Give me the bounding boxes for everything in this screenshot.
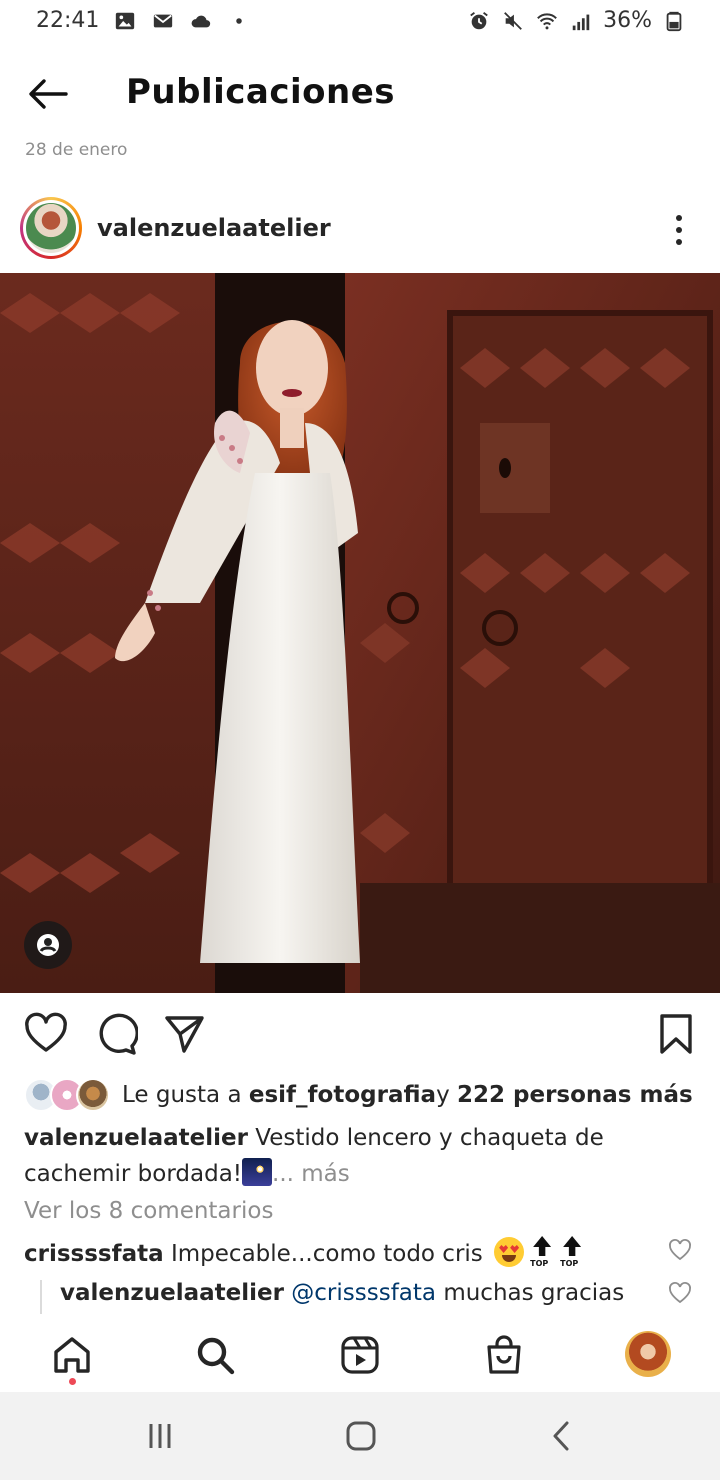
post-actions xyxy=(0,1010,720,1062)
top-arrow-emoji-icon: TOP xyxy=(530,1236,554,1268)
recent-apps-icon xyxy=(149,1424,171,1448)
like-button[interactable] xyxy=(22,1010,70,1058)
share-button[interactable] xyxy=(160,1010,208,1058)
comment-icon xyxy=(99,1013,138,1055)
status-bar: 22:41 36% xyxy=(0,0,720,44)
view-comments-link[interactable]: Ver los 8 comentarios xyxy=(24,1198,273,1224)
signal-icon xyxy=(569,9,593,33)
likes-others[interactable]: 222 personas más xyxy=(457,1082,693,1108)
top-label: TOP xyxy=(530,1259,549,1268)
send-icon xyxy=(165,1016,204,1053)
home-system-button[interactable] xyxy=(331,1412,391,1460)
post-image[interactable] xyxy=(0,273,720,993)
top-label: TOP xyxy=(560,1259,579,1268)
mail-icon xyxy=(151,9,175,33)
bottom-nav xyxy=(0,1320,720,1390)
night-sky-emoji-icon xyxy=(242,1158,273,1186)
back-button[interactable] xyxy=(22,72,74,116)
avatar xyxy=(76,1078,110,1112)
avatar xyxy=(26,203,76,253)
chevron-left-icon xyxy=(553,1421,569,1451)
comment-username[interactable]: crissssfata xyxy=(24,1241,164,1267)
heart-eyes-emoji-icon xyxy=(494,1237,525,1267)
comment-button[interactable] xyxy=(92,1010,140,1058)
shop-icon xyxy=(487,1335,521,1374)
likes-middle: y xyxy=(436,1082,450,1108)
home-square-icon xyxy=(346,1421,376,1451)
nav-search[interactable] xyxy=(190,1330,240,1380)
nav-reels[interactable] xyxy=(335,1330,385,1380)
comment-like-icon[interactable] xyxy=(668,1238,692,1262)
save-button[interactable] xyxy=(652,1010,700,1058)
comment-text: muchas gracias xyxy=(436,1280,625,1306)
comment-reply: valenzuelaatelier @crissssfata muchas gr… xyxy=(60,1280,700,1306)
dot-icon xyxy=(227,9,251,33)
system-nav-bar xyxy=(0,1392,720,1480)
more-dots-icon xyxy=(676,215,682,221)
page-title: Publicaciones xyxy=(126,72,396,112)
gallery-icon xyxy=(113,9,137,33)
post-caption: valenzuelaatelier Vestido lencero y chaq… xyxy=(24,1120,704,1192)
top-arrow-emoji-icon: TOP xyxy=(560,1236,584,1268)
nav-profile-avatar[interactable] xyxy=(625,1331,671,1377)
person-icon xyxy=(37,934,59,956)
comment-mention[interactable]: @crissssfata xyxy=(291,1280,436,1306)
mute-icon xyxy=(501,9,525,33)
app-header: Publicaciones xyxy=(0,60,720,128)
tagged-people-button[interactable] xyxy=(24,921,72,969)
battery-percent: 36% xyxy=(603,8,652,33)
cloud-icon xyxy=(189,9,213,33)
status-left: 22:41 xyxy=(36,8,251,33)
liker-username[interactable]: esif_fotografia xyxy=(249,1082,436,1108)
back-system-button[interactable] xyxy=(532,1412,592,1460)
likes-prefix: Le gusta a xyxy=(122,1082,242,1108)
alarm-icon xyxy=(467,9,491,33)
reply-thread-line xyxy=(40,1280,42,1314)
search-icon xyxy=(197,1337,235,1375)
caption-more-link[interactable]: más xyxy=(301,1161,349,1187)
post-username[interactable]: valenzuelaatelier xyxy=(97,214,331,242)
post-header: valenzuelaatelier xyxy=(0,190,720,270)
likes-summary[interactable]: Le gusta a esif_fotografia y 222 persona… xyxy=(24,1076,693,1114)
caption-ellipsis: ... xyxy=(272,1161,302,1187)
comment-item: crissssfata Impecable...como todo cris T… xyxy=(24,1236,664,1268)
comment-like-icon[interactable] xyxy=(668,1281,692,1305)
comment-text: Impecable...como todo cris xyxy=(163,1241,491,1267)
arrow-left-icon xyxy=(29,79,68,109)
home-icon xyxy=(54,1337,90,1373)
battery-icon xyxy=(662,9,686,33)
caption-username[interactable]: valenzuelaatelier xyxy=(24,1125,248,1151)
status-right: 36% xyxy=(467,8,686,33)
more-options-button[interactable] xyxy=(664,210,694,250)
recent-apps-button[interactable] xyxy=(130,1412,190,1460)
nav-home[interactable] xyxy=(47,1330,97,1380)
comment-username[interactable]: valenzuelaatelier xyxy=(60,1280,284,1306)
status-time: 22:41 xyxy=(36,8,100,33)
liker-avatars xyxy=(24,1078,112,1112)
wifi-icon xyxy=(535,9,559,33)
post-date: 28 de enero xyxy=(25,140,128,160)
post-photo xyxy=(0,273,720,993)
post-author-avatar[interactable] xyxy=(20,197,82,259)
notification-dot xyxy=(69,1378,76,1385)
heart-icon xyxy=(25,1012,67,1052)
bookmark-icon xyxy=(660,1014,692,1054)
reels-icon xyxy=(341,1336,379,1374)
nav-shop[interactable] xyxy=(479,1330,529,1380)
